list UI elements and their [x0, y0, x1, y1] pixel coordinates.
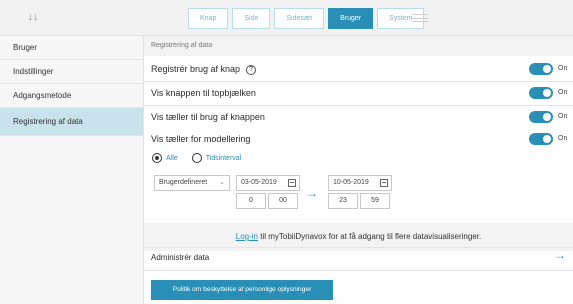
setting-row-taeller-modellering: Vis tæller for modellering	[151, 129, 567, 149]
to-hour-field[interactable]: 23	[328, 193, 358, 209]
to-minute-field[interactable]: 59	[360, 193, 390, 209]
tab-side[interactable]: Side	[232, 8, 271, 29]
toggle-state-label: On	[558, 135, 568, 142]
arrow-right-icon: →	[306, 186, 318, 200]
tab-bruger[interactable]: Bruger	[328, 8, 374, 29]
divider	[144, 105, 573, 106]
login-link[interactable]: Log-in	[236, 232, 258, 241]
dropdown-value: Brugerdefineret	[159, 179, 208, 186]
setting-label: Registrér brug af knap	[151, 64, 241, 74]
toggle-state-label: On	[558, 89, 568, 96]
tab-sidesaet[interactable]: Sidesæt	[274, 8, 325, 29]
sidebar: Bruger Indstillinger Adgangsmetode Regis…	[0, 36, 144, 304]
toggle-topbjaelke[interactable]	[529, 87, 553, 99]
toggle-state-label: On	[558, 113, 568, 120]
arrow-right-icon[interactable]: →	[554, 248, 566, 262]
help-icon[interactable]: ?	[246, 65, 257, 75]
toggle-state-label: On	[558, 65, 568, 72]
tab-bar: Knap Side Sidesæt Bruger System	[188, 8, 428, 29]
section-title: Registrering af data	[144, 36, 573, 56]
from-date-field[interactable]: 03-05-2019	[236, 175, 300, 191]
setting-row-topbjaelke: Vis knappen til topbjælken	[151, 83, 567, 103]
range-radio-group: Alle Tidsinterval	[152, 151, 241, 165]
sidebar-item-indstillinger[interactable]: Indstillinger	[0, 60, 143, 84]
calendar-icon[interactable]	[288, 179, 296, 187]
divider	[144, 270, 573, 271]
top-bar: ↓↓ Knap Side Sidesæt Bruger System	[0, 0, 573, 36]
admin-data-label: Administrér data	[151, 253, 210, 262]
from-hour-field[interactable]: 0	[236, 193, 266, 209]
to-date-value: 10-05-2019	[333, 179, 369, 186]
double-chevron-down-icon[interactable]: ↓↓	[26, 10, 40, 24]
toggle-taeller-knap[interactable]	[529, 111, 553, 123]
radio-tidsinterval[interactable]	[191, 153, 202, 163]
sidebar-item-registrering[interactable]: Registrering af data	[0, 108, 143, 136]
radio-tidsinterval-label[interactable]: Tidsinterval	[206, 155, 242, 162]
admin-data-row[interactable]: Administrér data	[151, 247, 567, 269]
privacy-policy-button[interactable]: Politik om beskyttelse af personlige opl…	[151, 280, 333, 300]
setting-row-registrer: Registrér brug af knap?	[151, 59, 567, 79]
toggle-registrer[interactable]	[529, 63, 553, 75]
toggle-taeller-modellering[interactable]	[529, 133, 553, 145]
setting-label: Vis tæller til brug af knappen	[151, 112, 265, 122]
radio-alle-label[interactable]: Alle	[166, 155, 178, 162]
from-date-value: 03-05-2019	[241, 179, 277, 186]
radio-alle[interactable]	[152, 153, 162, 163]
calendar-icon[interactable]	[380, 179, 388, 187]
sidebar-item-adgangsmetode[interactable]: Adgangsmetode	[0, 84, 143, 108]
setting-label: Vis tæller for modellering	[151, 134, 251, 144]
setting-label: Vis knappen til topbjælken	[151, 88, 256, 98]
tab-knap[interactable]: Knap	[188, 8, 229, 29]
setting-row-taeller-knap: Vis tæller til brug af knappen	[151, 107, 567, 127]
to-date-field[interactable]: 10-05-2019	[328, 175, 392, 191]
hamburger-icon[interactable]	[412, 14, 428, 22]
main-panel: Registrering af data Registrér brug af k…	[144, 36, 573, 304]
range-preset-dropdown[interactable]: Brugerdefineret ⌄	[154, 175, 230, 191]
sidebar-item-bruger[interactable]: Bruger	[0, 36, 143, 60]
from-minute-field[interactable]: 00	[268, 193, 298, 209]
login-text: til myTobiiDynavox for at få adgang til …	[258, 232, 482, 241]
chevron-down-icon: ⌄	[219, 179, 225, 186]
divider	[144, 81, 573, 82]
